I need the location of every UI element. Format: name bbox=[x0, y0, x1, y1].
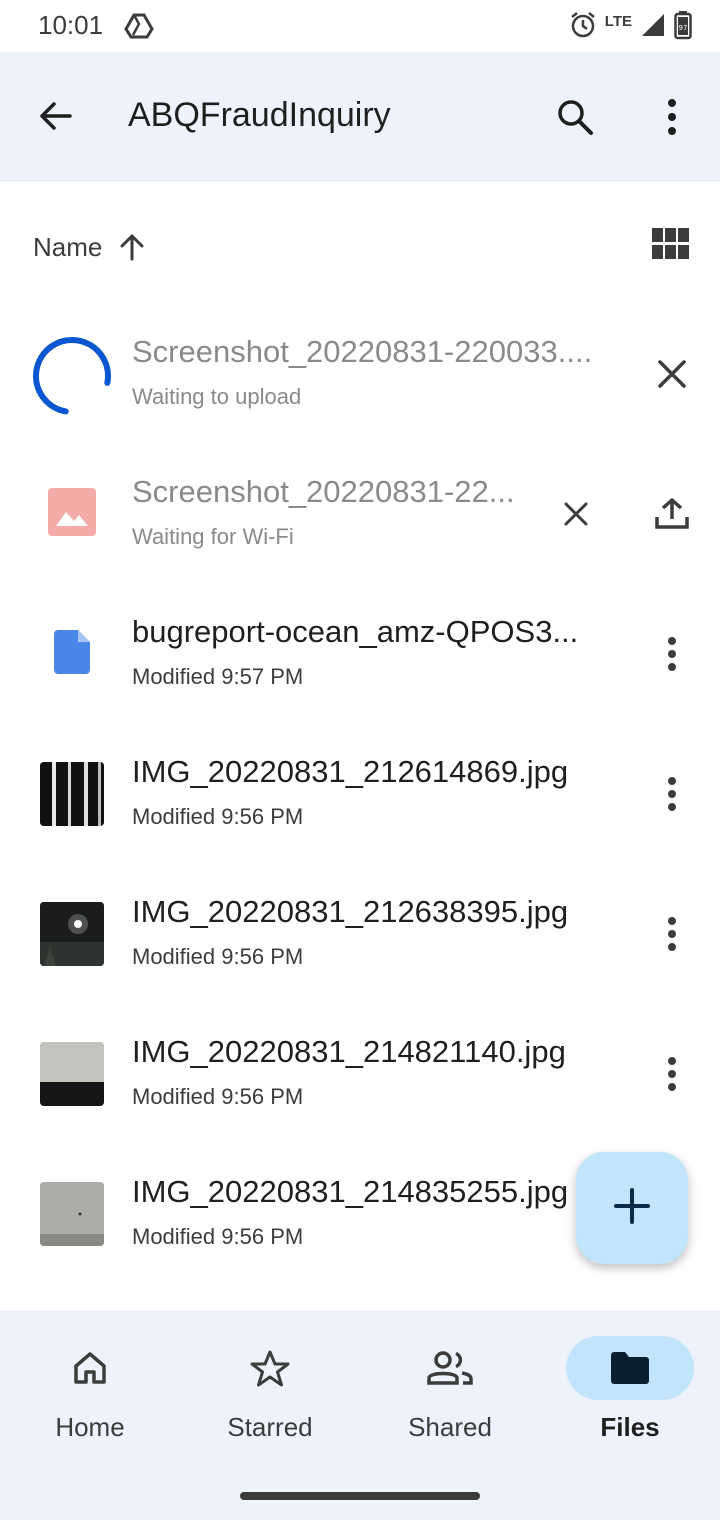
home-icon bbox=[26, 1336, 154, 1400]
nav-home[interactable]: Home bbox=[0, 1336, 180, 1456]
sort-label[interactable]: Name bbox=[33, 232, 102, 263]
list-item[interactable]: Screenshot_20220831-22... Waiting for Wi… bbox=[0, 444, 720, 584]
network-type: LTE bbox=[604, 13, 632, 30]
nav-files-label: Files bbox=[600, 1412, 660, 1442]
list-item[interactable]: Screenshot_20220831-220033.... Waiting t… bbox=[0, 304, 720, 444]
search-icon[interactable] bbox=[554, 96, 596, 143]
star-icon bbox=[206, 1336, 334, 1400]
file-name: IMG_20220831_214835255.jpg bbox=[132, 1174, 569, 1209]
more-options-icon[interactable] bbox=[654, 776, 690, 812]
plus-icon bbox=[614, 1187, 650, 1229]
people-icon bbox=[386, 1336, 514, 1400]
more-options-icon[interactable] bbox=[654, 916, 690, 952]
sort-control[interactable]: Name bbox=[0, 220, 720, 276]
upload-progress-icon bbox=[30, 334, 114, 418]
list-item[interactable]: IMG_20220831_214821140.jpg Modified 9:56… bbox=[0, 1004, 720, 1144]
image-thumbnail bbox=[40, 1182, 104, 1246]
cancel-icon[interactable] bbox=[558, 496, 594, 532]
folder-icon bbox=[566, 1336, 694, 1400]
nav-starred-label: Starred bbox=[227, 1412, 313, 1442]
status-bar: 10:01 LTE 97 bbox=[0, 0, 720, 52]
list-item[interactable]: IMG_20220831_212638395.jpg Modified 9:56… bbox=[0, 864, 720, 1004]
arrow-up-icon[interactable] bbox=[118, 232, 146, 267]
folder-title: ABQFraudInquiry bbox=[128, 96, 391, 134]
file-status: Waiting to upload bbox=[132, 384, 302, 409]
file-status: Waiting for Wi-Fi bbox=[132, 524, 294, 549]
bottom-navigation: Home Starred Shared Files bbox=[0, 1310, 720, 1520]
cancel-upload-icon[interactable] bbox=[654, 356, 690, 392]
grid-view-icon[interactable] bbox=[652, 228, 690, 265]
image-thumbnail bbox=[40, 1042, 104, 1106]
new-button[interactable] bbox=[576, 1152, 688, 1264]
upload-icon[interactable] bbox=[654, 496, 690, 532]
battery-level: 97 bbox=[679, 24, 688, 32]
app-bar: ABQFraudInquiry bbox=[0, 52, 720, 182]
file-modified: Modified 9:56 PM bbox=[132, 1084, 304, 1109]
file-modified: Modified 9:57 PM bbox=[132, 664, 304, 689]
gesture-handle bbox=[240, 1492, 480, 1500]
signal-icon bbox=[640, 12, 666, 43]
image-thumbnail bbox=[40, 762, 104, 826]
file-name: IMG_20220831_212638395.jpg bbox=[132, 894, 569, 929]
more-options-icon[interactable] bbox=[654, 1056, 690, 1092]
drive-sync-icon bbox=[124, 12, 154, 45]
file-name: Screenshot_20220831-220033.... bbox=[132, 334, 593, 369]
file-modified: Modified 9:56 PM bbox=[132, 1224, 304, 1249]
file-name: IMG_20220831_214821140.jpg bbox=[132, 1034, 566, 1069]
more-options-icon[interactable] bbox=[654, 636, 690, 672]
status-time: 10:01 bbox=[38, 10, 104, 40]
file-name: Screenshot_20220831-22... bbox=[132, 474, 515, 509]
nav-starred[interactable]: Starred bbox=[180, 1336, 360, 1456]
battery-icon: 97 bbox=[674, 10, 692, 45]
list-item[interactable]: bugreport-ocean_amz-QPOS3... Modified 9:… bbox=[0, 584, 720, 724]
nav-shared-label: Shared bbox=[408, 1412, 492, 1442]
document-icon bbox=[54, 630, 90, 674]
alarm-icon bbox=[569, 11, 597, 44]
image-file-icon bbox=[48, 488, 96, 536]
nav-shared[interactable]: Shared bbox=[360, 1336, 540, 1456]
nav-home-label: Home bbox=[55, 1412, 125, 1442]
image-thumbnail bbox=[40, 902, 104, 966]
nav-files[interactable]: Files bbox=[540, 1336, 720, 1456]
file-name: bugreport-ocean_amz-QPOS3... bbox=[132, 614, 579, 649]
file-modified: Modified 9:56 PM bbox=[132, 944, 304, 969]
file-modified: Modified 9:56 PM bbox=[132, 804, 304, 829]
more-options-icon[interactable] bbox=[656, 96, 688, 143]
back-arrow-icon[interactable] bbox=[36, 96, 76, 141]
list-item[interactable]: IMG_20220831_212614869.jpg Modified 9:56… bbox=[0, 724, 720, 864]
file-name: IMG_20220831_212614869.jpg bbox=[132, 754, 569, 789]
